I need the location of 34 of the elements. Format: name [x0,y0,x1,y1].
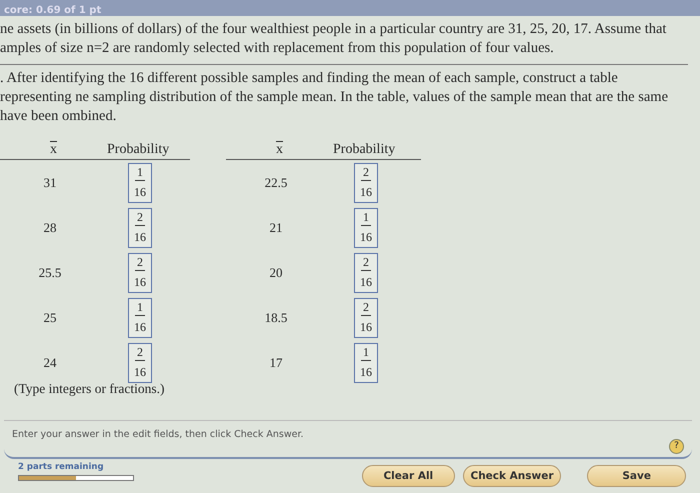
problem-text: ne assets (in billions of dollars) of the four wealthiest people in a particular country are 31, 25, 20, 17. Assume that amples of size n=2 are randomly selected with replacement from this population of four values. [0,20,668,58]
fraction-input-field[interactable]: 2 16 [128,342,152,382]
fraction-input-field[interactable]: 2 16 [128,208,152,248]
parts-remaining-text: 2 parts remaining [18,462,105,472]
action-button[interactable]: Save [587,465,686,487]
fraction-input-field[interactable]: 2 16 [128,252,152,292]
fraction-input-field[interactable]: 1 16 [354,342,378,382]
fraction-input-field[interactable]: 2 16 [354,298,378,338]
column-header: x [275,142,284,158]
fraction-input-field[interactable]: 1 16 [128,298,152,338]
table-cell-text: 18.5 [264,310,288,326]
instruction-text: Enter your answer in the edit fields, then click Check Answer. [12,428,304,440]
table-cell-text: 25 [42,310,58,326]
hint-text: (Type integers or fractions.) [14,381,166,397]
action-button[interactable]: Check Answer [462,465,562,487]
table-cell-text: 28 [42,220,58,236]
fraction-input-field[interactable]: 2 16 [354,252,378,292]
fraction-input-field[interactable]: 1 16 [128,162,152,202]
column-header: x [49,142,58,158]
help-button[interactable]: ? [669,438,684,454]
table-cell-text: 21 [268,220,284,236]
table-cell-text: 25.5 [38,264,62,280]
fraction-input-field[interactable]: 2 16 [354,162,378,202]
fraction-input-field[interactable]: 1 16 [354,208,378,248]
table-cell-text: 20 [268,264,284,280]
table-cell-text: 22.5 [264,174,288,190]
table-cell-text: 31 [42,174,58,190]
column-header: Probability [107,142,170,158]
column-header: Probability [333,142,396,158]
table-cell-text: 24 [42,354,58,370]
question-text: . After identifying the 16 different possible samples and finding the mean of each sample, construct a table representing ne sampling distribution of the sample mean. In the table, values of the sample mean that are the same have been ombined. [0,69,669,126]
action-button[interactable]: Clear All [362,465,455,487]
table-cell-text: 17 [268,354,284,370]
score-text: core: 0.69 of 1 pt [4,5,102,16]
